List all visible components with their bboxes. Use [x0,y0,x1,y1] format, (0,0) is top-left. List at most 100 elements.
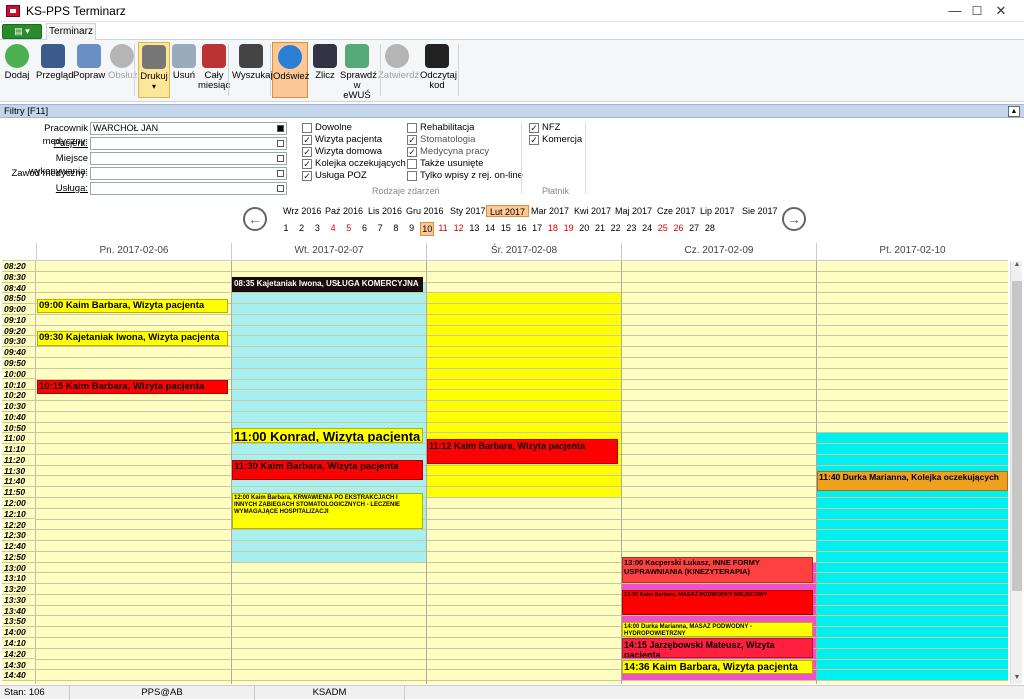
month-kwi-2017[interactable]: Kwi 2017 [571,205,614,217]
day-14[interactable]: 14 [483,222,497,234]
month-gru-2016[interactable]: Gru 2016 [403,205,447,217]
ribbon-obsluz-button[interactable]: Obsłuż [108,42,138,98]
checkbox-box[interactable] [407,171,417,181]
day-header-2[interactable]: Wt. 2017-02-07 [231,243,426,261]
checkbox-box[interactable]: ✓ [302,135,312,145]
prev-arrow-icon[interactable]: ← [243,207,267,231]
checkbox-box[interactable] [407,159,417,169]
calendar-event[interactable]: 12:00 Kaim Barbara, KRWAWIENIA PO EKSTRA… [232,492,423,529]
checkbox-nfz[interactable]: ✓ NFZ [529,122,560,134]
checkbox-rehabilitacja[interactable]: Rehabilitacja [407,122,474,134]
next-arrow-icon[interactable]: → [782,207,806,231]
month-sie-2017[interactable]: Sie 2017 [739,205,781,217]
calendar-scrollbar[interactable]: ▲ ▼ [1010,261,1022,684]
checkbox-box[interactable]: ✓ [407,135,417,145]
month-lip-2017[interactable]: Lip 2017 [697,205,738,217]
picker-icon[interactable] [277,125,284,132]
day-12[interactable]: 12 [452,222,466,234]
month-sty-2017[interactable]: Sty 2017 [447,205,489,217]
calendar-event[interactable]: 09:00 Kaim Barbara, Wizyta pacjenta [37,298,228,314]
file-menu-button[interactable]: ▤ ▾ [2,24,42,39]
day-20[interactable]: 20 [577,222,591,234]
month-lis-2016[interactable]: Lis 2016 [365,205,405,217]
collapse-icon[interactable]: ▲ [1008,106,1020,117]
day-27[interactable]: 27 [687,222,701,234]
ribbon-zlicz-button[interactable]: Zlicz [312,42,338,98]
day-1[interactable]: 1 [279,222,293,234]
day-16[interactable]: 16 [515,222,529,234]
picker-icon[interactable] [277,170,284,177]
month-maj-2017[interactable]: Maj 2017 [612,205,655,217]
checkbox-box[interactable]: ✓ [529,123,539,133]
filter-panel-header[interactable]: Filtry [F11] ▲ [0,104,1024,118]
day-5[interactable]: 5 [342,222,356,234]
month-paz-2016[interactable]: Paź 2016 [322,205,366,217]
calendar-event[interactable]: 14:15 Jarzębowski Mateusz, Wizyta pacjen… [622,637,813,659]
day-26[interactable]: 26 [672,222,686,234]
ribbon-przeglad-button[interactable]: Przegląd [36,42,74,98]
calendar-event[interactable]: 10:15 Kaim Barbara, Wizyta pacjenta [37,379,228,395]
ribbon-odczytaj-kod-button[interactable]: Odczytaj kod [420,42,457,98]
calendar-grid[interactable]: 08:20 08:30 08:40 08:50 09:00 09:10 09:20 09:30… [2,261,1008,684]
day-28[interactable]: 28 [703,222,717,234]
checkbox-komercja[interactable]: ✓ Komercja [529,134,582,146]
day-23[interactable]: 23 [624,222,638,234]
calendar-event[interactable]: 13:30 Kaim Barbara, MASAŻ PODWODNY MIEJS… [622,589,813,615]
picker-icon[interactable] [277,155,284,162]
month-wrz-2016[interactable]: Wrz 2016 [280,205,324,217]
close-button[interactable]: ✕ [978,0,1024,22]
ribbon-drukuj-button[interactable]: Drukuj ▾ [138,42,170,98]
ribbon-usun-button[interactable]: Usuń [172,42,196,98]
checkbox-box[interactable]: ✓ [302,159,312,169]
checkbox-box[interactable] [302,123,312,133]
calendar-event[interactable]: 14:00 Durka Marianna, MASAŻ PODWODNY - H… [622,621,813,637]
scroll-down-icon[interactable]: ▼ [1011,674,1023,684]
ribbon-wyszukaj-button[interactable]: Wyszukaj [232,42,273,98]
filter-input-pracownik-medyczny[interactable]: WARCHOŁ JAN [90,122,287,135]
day-21[interactable]: 21 [593,222,607,234]
checkbox-wizyta-pacjenta[interactable]: ✓ Wizyta pacjenta [302,134,382,146]
day-header-1[interactable]: Pn. 2017-02-06 [36,243,231,261]
day-header-4[interactable]: Cz. 2017-02-09 [621,243,816,261]
ribbon-popraw-button[interactable]: Popraw [73,42,105,98]
day-17[interactable]: 17 [530,222,544,234]
day-10[interactable]: 10 [420,222,435,236]
day-15[interactable]: 15 [499,222,513,234]
checkbox-usluga-poz[interactable]: ✓ Usługa POZ [302,170,367,182]
calendar-event[interactable]: 14:36 Kaim Barbara, Wizyta pacjenta [622,659,813,675]
checkbox-dowolne[interactable]: Dowolne [302,122,352,134]
checkbox-kolejka-oczekujacych[interactable]: ✓ Kolejka oczekujących [302,158,406,170]
ribbon-zatwierdz-button[interactable]: Zatwierdź [378,42,419,98]
day-8[interactable]: 8 [389,222,403,234]
tab-terminarz[interactable]: Terminarz [46,23,96,41]
month-mar-2017[interactable]: Mar 2017 [528,205,572,217]
month-lut-2017[interactable]: Lut 2017 [486,205,530,217]
day-18[interactable]: 18 [546,222,560,234]
day-7[interactable]: 7 [373,222,387,234]
filter-input-zawod-medyczny[interactable] [90,167,287,180]
calendar-event[interactable]: 11:00 Konrad, Wizyta pacjenta [232,427,423,443]
month-cze-2017[interactable]: Cze 2017 [654,205,699,217]
picker-icon[interactable] [277,140,284,147]
ribbon-odswiez-button[interactable]: Odśwież [272,42,309,98]
ribbon-dodaj-button[interactable]: Dodaj [2,42,32,98]
checkbox-wizyta-domowa[interactable]: ✓ Wizyta domowa [302,146,382,158]
checkbox-box[interactable] [407,123,417,133]
day-4[interactable]: 4 [326,222,340,234]
filter-input-usluga[interactable] [90,182,287,195]
day-9[interactable]: 9 [405,222,419,234]
day-3[interactable]: 3 [310,222,324,234]
scrollbar-thumb[interactable] [1012,281,1022,591]
ribbon-caly-miesiac-button[interactable]: Cały miesiąc [198,42,230,98]
day-19[interactable]: 19 [562,222,576,234]
day-2[interactable]: 2 [295,222,309,234]
checkbox-box[interactable]: ✓ [529,135,539,145]
checkbox-takze-usuniete[interactable]: Także usunięte [407,158,483,170]
day-11[interactable]: 11 [436,222,450,234]
ribbon-sprawdz-w-ewus-button[interactable]: Sprawdź w eWUŚ [340,42,377,101]
calendar-event[interactable]: 09:30 Kajetaniak Iwona, Wizyta pacjenta [37,331,228,346]
checkbox-stomatologia[interactable]: ✓ Stomatologia [407,134,475,146]
scroll-up-icon[interactable]: ▲ [1011,261,1023,271]
day-13[interactable]: 13 [467,222,481,234]
calendar-event[interactable]: 11:30 Kaim Barbara, Wizyta pacjenta [232,460,423,481]
